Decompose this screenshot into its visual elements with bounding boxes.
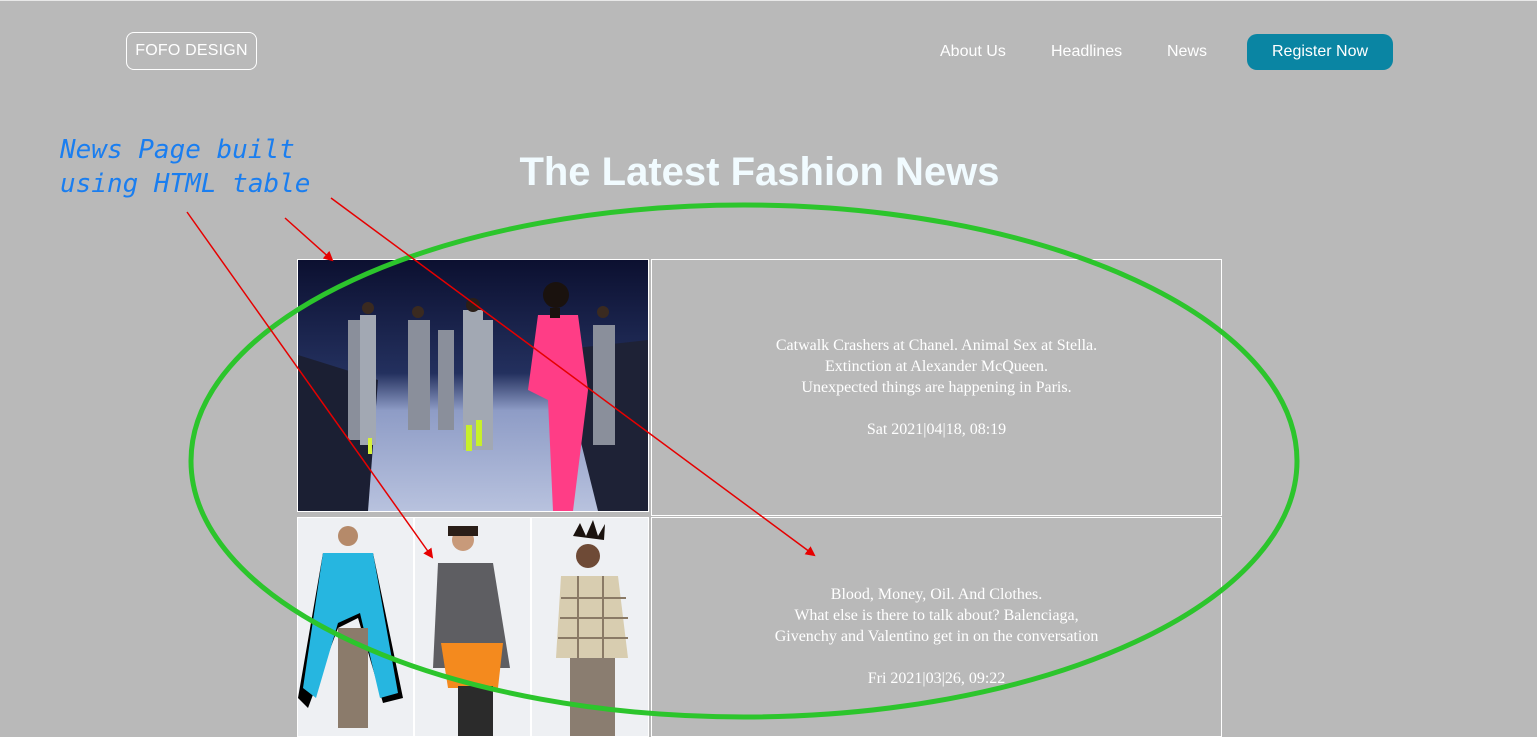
- annotation-line-2: using HTML table: [60, 169, 311, 199]
- menswear-photo: [298, 518, 648, 736]
- news-1-line-2: Extinction at Alexander McQueen.: [824, 358, 1049, 375]
- logo[interactable]: FOFO DESIGN: [126, 32, 257, 70]
- news-1-line-3: Unexpected things are happening in Paris…: [801, 379, 1072, 396]
- news-text-2: Blood, Money, Oil. And Clothes. What els…: [651, 517, 1222, 737]
- annotation-label: News Page built using HTML table: [60, 133, 310, 201]
- top-border: [0, 0, 1537, 1]
- news-2-line-2: What else is there to talk about? Balenc…: [794, 606, 1079, 624]
- register-now-button[interactable]: Register Now: [1247, 34, 1393, 70]
- news-text-1: Catwalk Crashers at Chanel. Animal Sex a…: [651, 259, 1222, 516]
- annotation-line-1: News Page built: [60, 135, 295, 165]
- news-image-menswear[interactable]: [297, 517, 649, 737]
- news-image-runway[interactable]: [297, 259, 649, 512]
- news-2-line-1: Blood, Money, Oil. And Clothes.: [830, 585, 1043, 603]
- runway-photo: [298, 260, 648, 511]
- nav-headlines[interactable]: Headlines: [1051, 43, 1122, 61]
- news-2-line-3: Givenchy and Valentino get in on the con…: [774, 627, 1099, 645]
- nav-about-us[interactable]: About Us: [940, 43, 1006, 61]
- news-2-date: Fri 2021|03|26, 09:22: [867, 669, 1006, 687]
- nav-news[interactable]: News: [1167, 43, 1207, 61]
- news-1-line-1: Catwalk Crashers at Chanel. Animal Sex a…: [775, 337, 1098, 354]
- arrow-to-table-1: [284, 217, 334, 262]
- news-1-date: Sat 2021|04|18, 08:19: [866, 421, 1007, 438]
